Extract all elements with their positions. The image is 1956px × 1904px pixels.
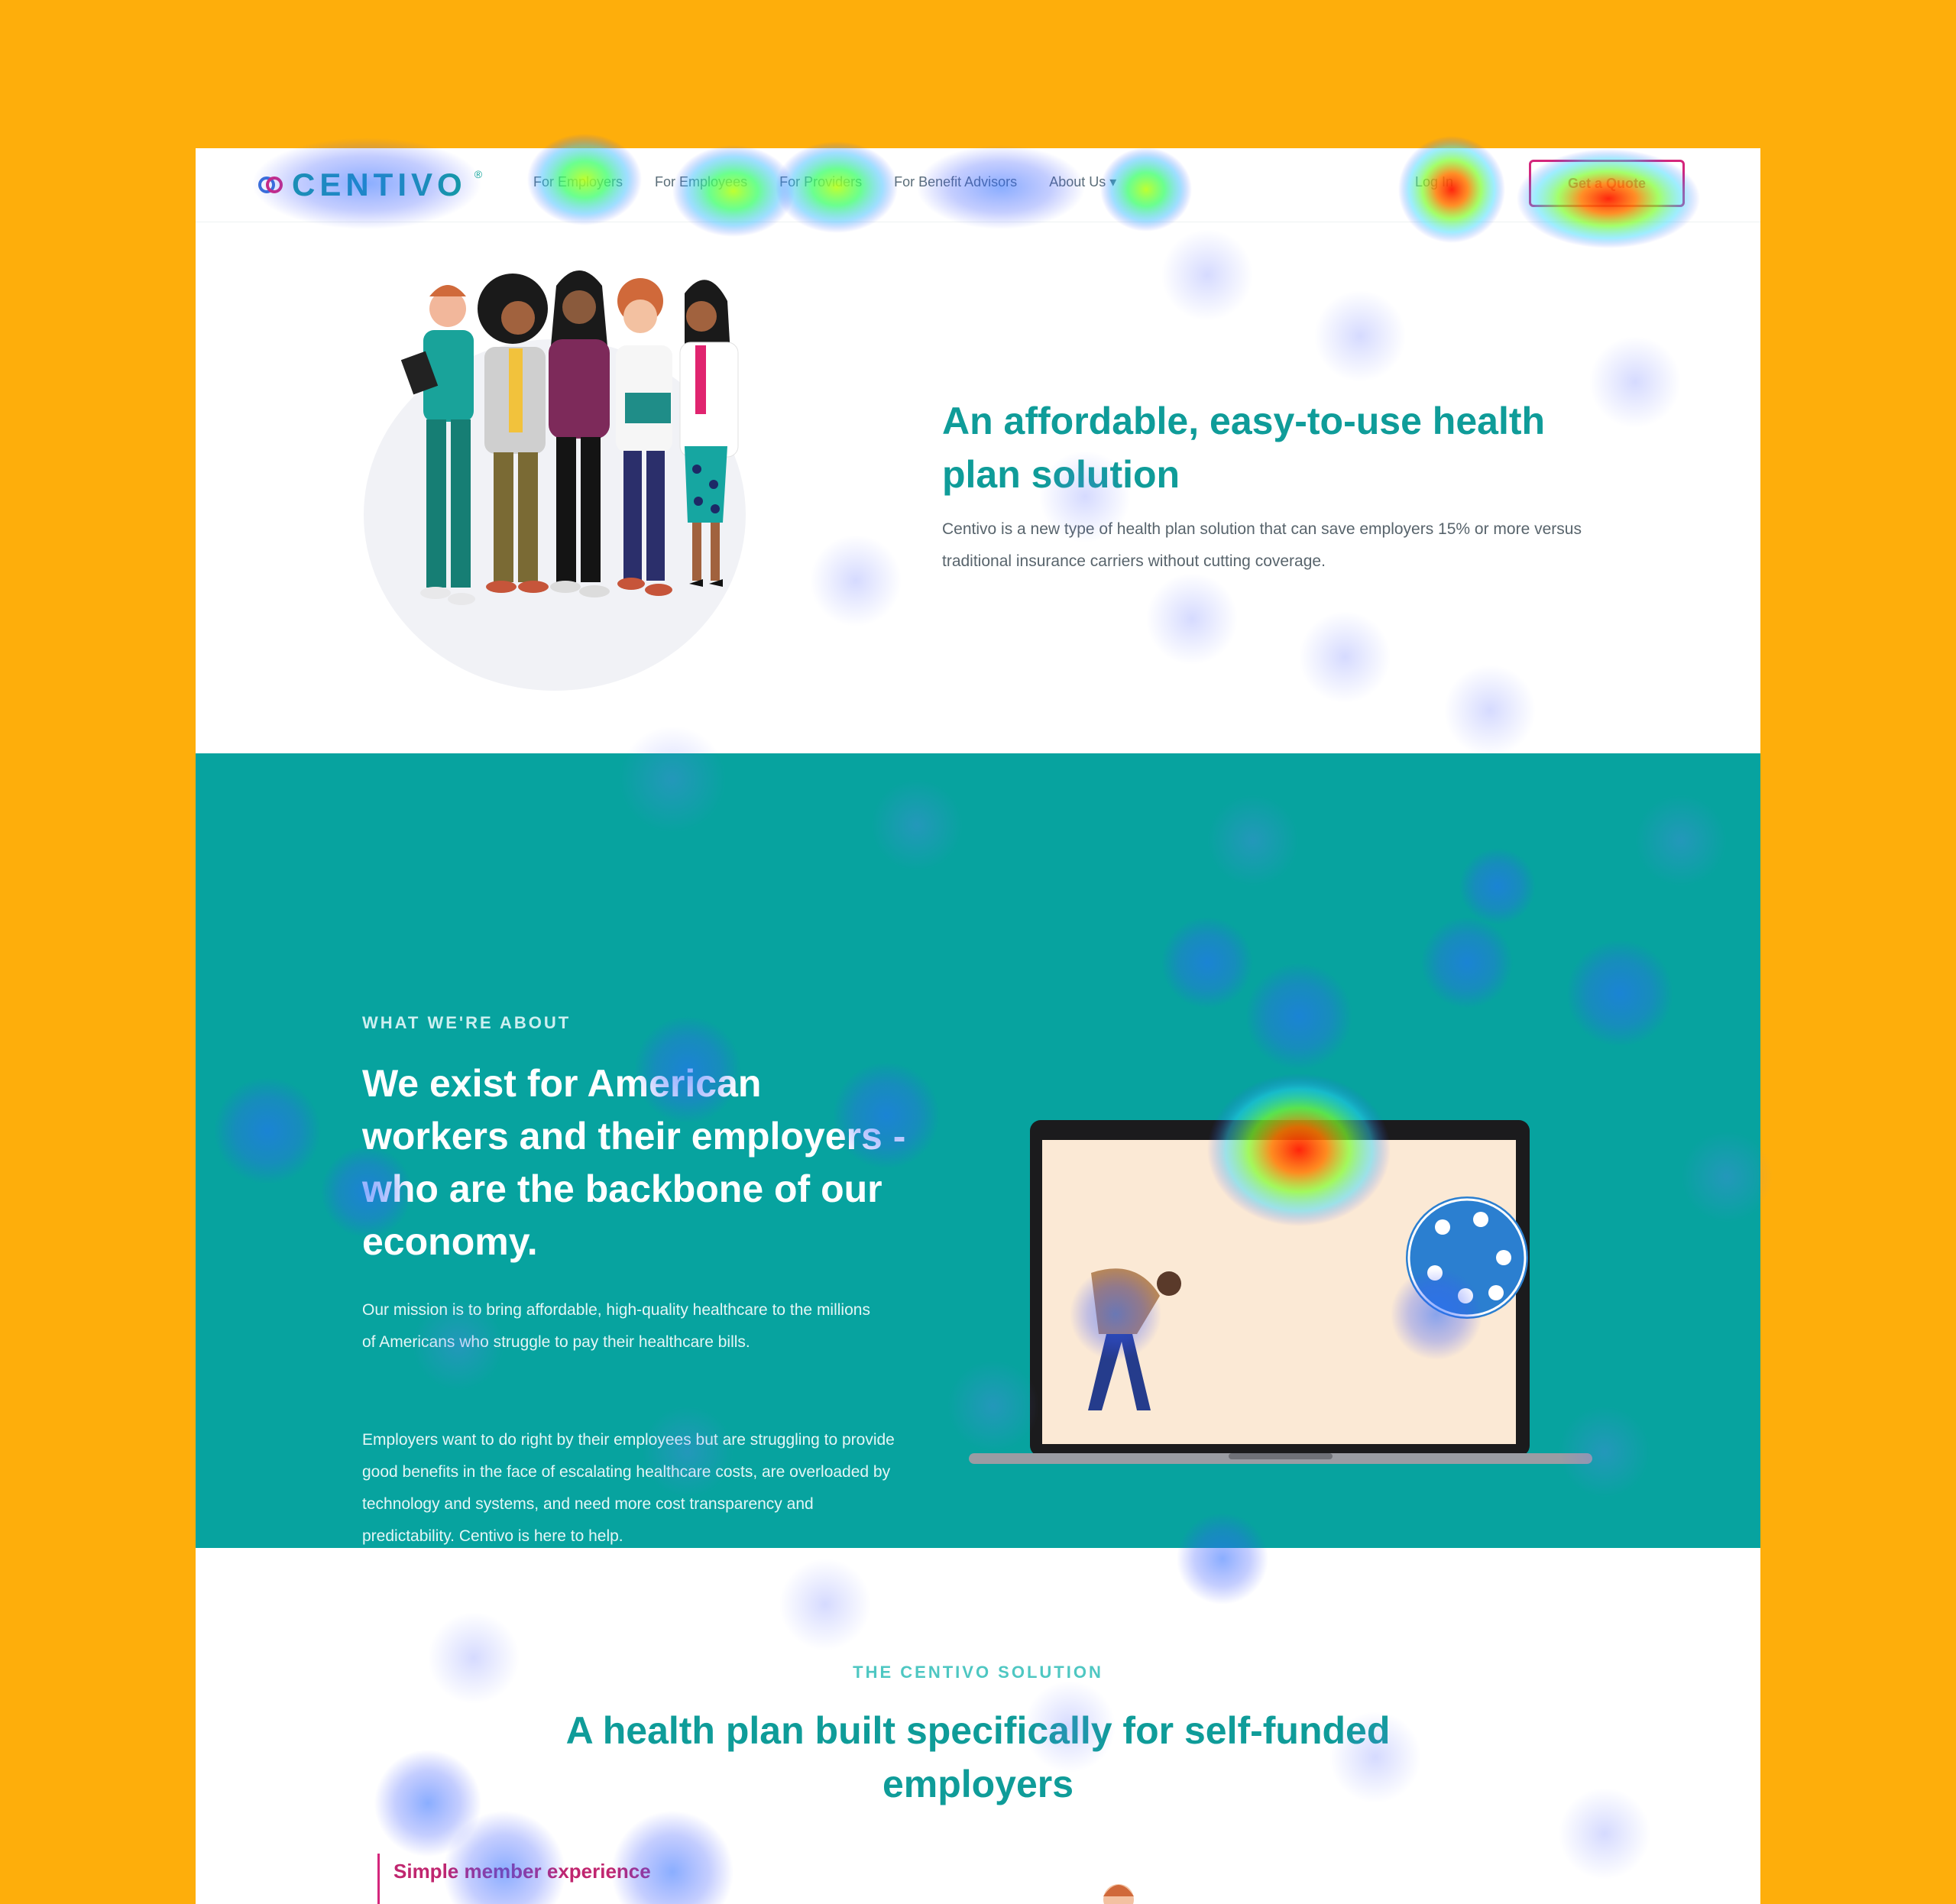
logo-text: CENTIVO: [292, 167, 467, 202]
nav-link-employers[interactable]: For Employers: [533, 174, 623, 190]
about-section: WHAT WE'RE ABOUT We exist for American w…: [196, 753, 1760, 1548]
login-link[interactable]: Log In: [1415, 174, 1453, 190]
get-quote-button[interactable]: Get a Quote: [1529, 160, 1685, 207]
about-mission-text: Our mission is to bring affordable, high…: [362, 1301, 870, 1351]
top-nav: CENTIVO ® For Employers For Employees Fo…: [196, 148, 1760, 222]
about-eyebrow: WHAT WE'RE ABOUT: [362, 1013, 572, 1032]
hero-description: Centivo is a new type of health plan sol…: [942, 520, 1582, 570]
doctors-circle-graphic: [1406, 1196, 1528, 1319]
nav-link-benefit-advisors[interactable]: For Benefit Advisors: [894, 174, 1017, 190]
about-title: We exist for American workers and their …: [362, 1062, 906, 1263]
nav-link-employees[interactable]: For Employees: [655, 174, 747, 190]
solution-title: A health plan built specifically for sel…: [565, 1709, 1391, 1805]
centivo-logo[interactable]: CENTIVO ®: [257, 165, 482, 205]
hero-illustration-people: [364, 270, 746, 691]
nav-link-about-us[interactable]: About Us ▾: [1049, 174, 1116, 190]
feature-label: Simple member experience: [393, 1860, 651, 1883]
solution-eyebrow: THE CENTIVO SOLUTION: [853, 1663, 1103, 1682]
feature-tab-simple-member-experience[interactable]: Simple member experience: [377, 1854, 651, 1904]
hero-title: An affordable, easy-to-use health plan s…: [942, 400, 1546, 496]
website-page: CENTIVO ® For Employers For Employees Fo…: [196, 148, 1760, 1904]
logo-mark-icon: [258, 176, 283, 193]
person-head-illustration: [1103, 1884, 1134, 1904]
laptop-video-illustration[interactable]: [969, 1120, 1592, 1479]
about-employers-text: Employers want to do right by their empl…: [362, 1431, 895, 1545]
nav-links: For Employers For Employees For Provider…: [533, 174, 1148, 190]
nav-link-providers[interactable]: For Providers: [779, 174, 862, 190]
logo-registered-mark: ®: [474, 168, 483, 180]
